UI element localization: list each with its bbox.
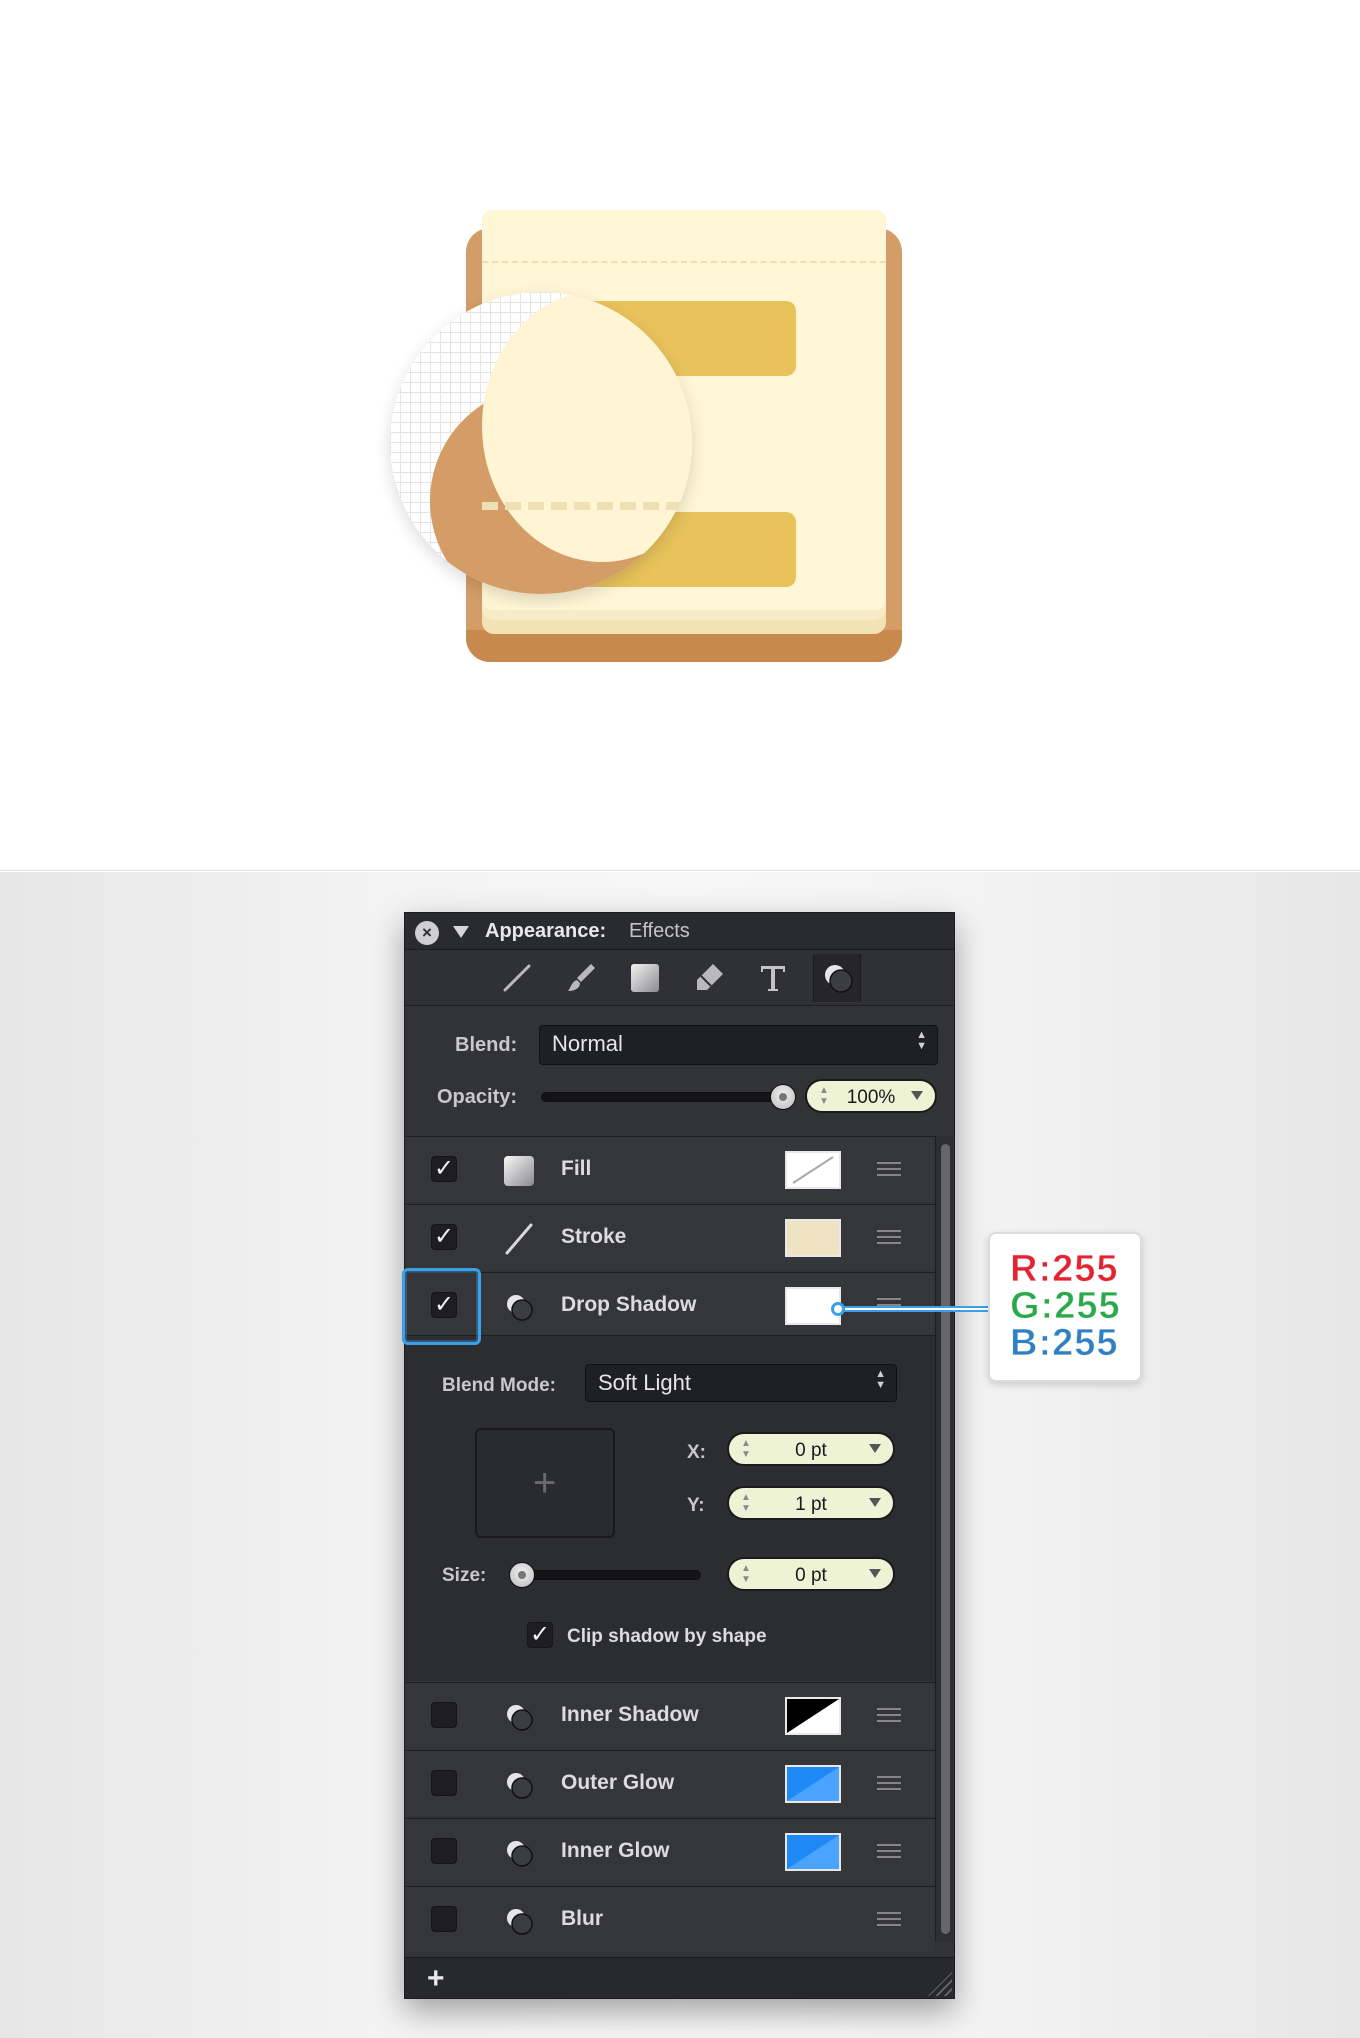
effects-icon[interactable] (813, 954, 861, 1002)
inner-shadow-checkbox[interactable] (431, 1702, 457, 1728)
inner-shadow-color-swatch[interactable] (785, 1697, 841, 1735)
size-field[interactable]: ▲ ▼ 0 pt (727, 1557, 895, 1591)
opacity-slider[interactable] (541, 1092, 783, 1102)
size-label: Size: (442, 1565, 487, 1586)
add-effect-button[interactable]: + (427, 1962, 445, 1996)
drop-shadow-settings: Blend Mode: Soft Light ▲ ▼ + X: ▲ ▼ 0 pt Y… (405, 1335, 935, 1681)
magnifier-lens (390, 292, 692, 594)
effect-row-outer-glow[interactable]: Outer Glow (405, 1750, 935, 1816)
fill-color-swatch[interactable] (785, 1151, 841, 1189)
shadow-offset-pad[interactable]: + (475, 1428, 615, 1538)
stroke-color-swatch[interactable] (785, 1219, 841, 1257)
reorder-handle-icon[interactable] (877, 1776, 901, 1790)
effect-label: Inner Shadow (561, 1703, 699, 1726)
stitch-line (482, 261, 886, 263)
resize-grip-icon[interactable] (928, 1972, 952, 1996)
callout-anchor (831, 1302, 845, 1316)
fill-icon (501, 1153, 537, 1189)
panel-title-bar: × Appearance: Effects (405, 913, 954, 950)
text-tool-icon[interactable] (749, 954, 797, 1002)
effect-row-stroke[interactable]: Stroke (405, 1204, 935, 1270)
blue-value: B:255 (1010, 1322, 1119, 1365)
outer-glow-checkbox[interactable] (431, 1770, 457, 1796)
effect-row-inner-shadow[interactable]: Inner Shadow (405, 1682, 935, 1748)
blur-checkbox[interactable] (431, 1906, 457, 1932)
disclosure-triangle-icon[interactable] (453, 926, 469, 938)
effect-label: Blur (561, 1907, 603, 1930)
effect-row-drop-shadow[interactable]: Drop Shadow (405, 1272, 935, 1338)
select-arrows-icon: ▲ ▼ (875, 1368, 886, 1391)
dropdown-arrow-icon[interactable] (911, 1091, 923, 1100)
inner-glow-color-swatch[interactable] (785, 1833, 841, 1871)
effect-row-fill[interactable]: Fill (405, 1136, 935, 1202)
callout-connector (838, 1306, 988, 1312)
book-cover-edge (466, 630, 902, 662)
effect-label: Stroke (561, 1225, 627, 1248)
square-fill-icon[interactable] (621, 954, 669, 1002)
inner-glow-checkbox[interactable] (431, 1838, 457, 1864)
blend-value: Normal (552, 1031, 623, 1056)
appearance-panel: × Appearance: Effects Blend: Normal ▲ ▼ O… (404, 912, 955, 1999)
select-arrows-icon: ▲ ▼ (916, 1029, 927, 1052)
shadow-icon (501, 1767, 537, 1803)
effect-label: Outer Glow (561, 1771, 675, 1794)
blend-label: Blend: (455, 1034, 518, 1056)
reorder-handle-icon[interactable] (877, 1162, 901, 1176)
dropdown-arrow-icon[interactable] (869, 1498, 881, 1507)
blend-mode-value: Soft Light (598, 1370, 691, 1395)
y-label: Y: (687, 1495, 705, 1516)
effect-row-inner-glow[interactable]: Inner Glow (405, 1818, 935, 1884)
stroke-icon (501, 1221, 537, 1257)
lens-stitch-detail (482, 502, 682, 510)
panel-title-value: Effects (629, 920, 690, 942)
shadow-icon (501, 1835, 537, 1871)
clip-shadow-label: Clip shadow by shape (567, 1626, 767, 1647)
effect-row-blur[interactable]: Blur (405, 1886, 935, 1952)
blend-select[interactable]: Normal ▲ ▼ (539, 1025, 938, 1065)
x-offset-field[interactable]: ▲ ▼ 0 pt (727, 1432, 895, 1466)
effect-label: Fill (561, 1157, 592, 1180)
blend-mode-label: Blend Mode: (442, 1375, 556, 1396)
opacity-field[interactable]: ▲ ▼ 100% (805, 1079, 937, 1113)
tool-tabs (405, 950, 954, 1006)
crosshair-icon: + (533, 1461, 557, 1505)
drop-shadow-checkbox[interactable] (431, 1292, 457, 1318)
reorder-handle-icon[interactable] (877, 1708, 901, 1722)
panel-footer: + (405, 1957, 954, 1998)
outer-glow-color-swatch[interactable] (785, 1765, 841, 1803)
color-callout: R:255 G:255 B:255 (988, 1232, 1142, 1382)
opacity-label: Opacity: (437, 1086, 518, 1108)
opacity-slider-knob[interactable] (770, 1084, 796, 1110)
scrollbar[interactable] (935, 1136, 954, 1941)
shadow-icon (501, 1289, 537, 1325)
effect-label: Drop Shadow (561, 1293, 697, 1316)
shadow-icon (501, 1699, 537, 1735)
stroke-checkbox[interactable] (431, 1224, 457, 1250)
fill-checkbox[interactable] (431, 1156, 457, 1182)
reorder-handle-icon[interactable] (877, 1844, 901, 1858)
dropdown-arrow-icon[interactable] (869, 1444, 881, 1453)
reorder-handle-icon[interactable] (877, 1912, 901, 1926)
scrollbar-thumb[interactable] (941, 1144, 950, 1934)
line-tool-icon[interactable] (493, 954, 541, 1002)
reorder-handle-icon[interactable] (877, 1230, 901, 1244)
size-slider[interactable] (511, 1570, 701, 1580)
x-label: X: (687, 1442, 706, 1463)
size-slider-knob[interactable] (509, 1562, 535, 1588)
eraser-tool-icon[interactable] (685, 954, 733, 1002)
y-offset-field[interactable]: ▲ ▼ 1 pt (727, 1486, 895, 1520)
canvas-area (0, 0, 1360, 871)
brush-tool-icon[interactable] (557, 954, 605, 1002)
dropdown-arrow-icon[interactable] (869, 1569, 881, 1578)
panel-title-label: Appearance: (485, 920, 607, 942)
book-icon-artwork (0, 0, 1360, 871)
shadow-icon (501, 1903, 537, 1939)
close-icon[interactable]: × (415, 921, 439, 945)
blend-mode-select[interactable]: Soft Light ▲ ▼ (585, 1364, 897, 1402)
clip-shadow-checkbox[interactable] (527, 1622, 553, 1648)
effect-label: Inner Glow (561, 1839, 670, 1862)
